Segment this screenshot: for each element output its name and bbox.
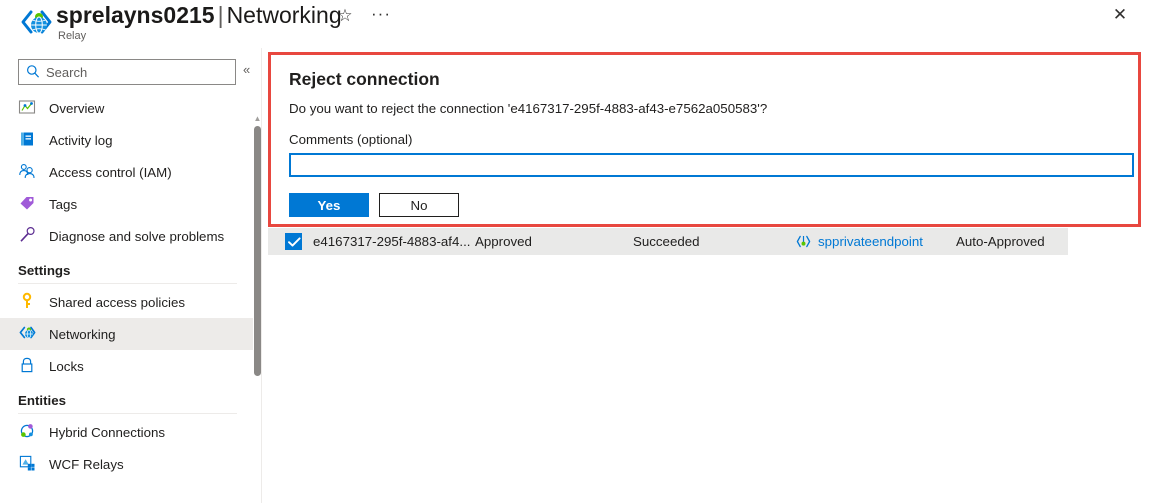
sidebar-nav-list: Overview Activity log Access control (IA… [0,92,253,480]
dialog-question: Do you want to reject the connection 'e4… [289,101,768,116]
sidebar-item-label: Hybrid Connections [49,424,166,440]
sidebar-item-locks[interactable]: Locks [0,350,253,382]
key-icon [18,292,38,312]
sidebar-item-label: Overview [49,100,105,116]
cell-provisioning-state: Succeeded [633,234,700,249]
blade-header: sprelayns0215 | Networking Relay ☆ ··· ✕ [0,0,1155,48]
cell-private-endpoint-link[interactable]: spprivateendpoint [818,228,923,255]
divider [18,283,237,284]
sidebar-group-title: Entities [18,393,67,408]
search-input[interactable]: Search [18,59,236,85]
comments-input[interactable] [289,153,1134,177]
sidebar-item-hybrid-connections[interactable]: Hybrid Connections [0,416,253,448]
sidebar-item-overview[interactable]: Overview [0,92,253,124]
blade-content: Reject connection Do you want to reject … [262,48,1155,503]
relay-icon [18,8,52,40]
sidebar-item-label: WCF Relays [49,456,124,472]
sidebar-item-label: Diagnose and solve problems [49,228,225,244]
sidebar-item-label: Access control (IAM) [49,164,172,180]
star-icon[interactable]: ☆ [335,6,355,26]
collapse-sidebar-icon[interactable]: « [243,62,250,78]
cell-description: Auto-Approved [956,234,1045,249]
sidebar-item-access-control[interactable]: Access control (IAM) [0,156,253,188]
sidebar-scrollbar[interactable]: ▲ ▼ [253,114,262,503]
sidebar-item-diagnose-and-solve-problems[interactable]: Diagnose and solve problems [0,220,253,252]
overview-icon [18,98,38,118]
tags-icon [18,194,38,214]
scrollbar-thumb[interactable] [254,126,261,376]
dialog-title: Reject connection [289,69,440,89]
sidebar-item-tags[interactable]: Tags [0,188,253,220]
cell-connection-name: e4167317-295f-4883-af4... [313,234,471,249]
wcf-relays-icon [18,454,38,474]
search-icon [26,64,40,80]
search-placeholder: Search [46,65,88,80]
ellipsis-icon[interactable]: ··· [370,5,392,26]
private-endpoint-icon [795,233,812,250]
title-separator: | [217,2,224,28]
diagnose-icon [18,226,38,246]
resource-type-subtitle: Relay [58,30,87,42]
close-icon[interactable]: ✕ [1108,4,1132,28]
hybrid-connections-icon [18,422,38,442]
sidebar-item-label: Locks [49,358,84,374]
scroll-up-icon[interactable]: ▲ [253,114,262,123]
comments-label: Comments (optional) [289,132,413,147]
sidebar-item-label: Shared access policies [49,294,185,310]
activity-log-icon [18,130,38,150]
sidebar-group-title: Settings [18,263,71,278]
blade-sidebar: Search « Overview Activity log Access co… [0,48,262,503]
sidebar-item-label: Tags [49,196,78,212]
resource-name: sprelayns0215 [56,2,215,28]
sidebar-item-activity-log[interactable]: Activity log [0,124,253,156]
no-button[interactable]: No [379,193,459,217]
page-name: Networking [226,2,342,28]
yes-button[interactable]: Yes [289,193,369,217]
sidebar-item-wcf-relays[interactable]: WCF Relays [0,448,253,480]
sidebar-group-settings: Settings [0,263,253,284]
dialog-actions: Yes No [289,193,1139,217]
sidebar-item-shared-access-policies[interactable]: Shared access policies [0,286,253,318]
cell-connection-state: Approved [475,234,532,249]
sidebar-group-entities: Entities [0,393,253,414]
azure-portal-blade: sprelayns0215 | Networking Relay ☆ ··· ✕ S… [0,0,1155,503]
row-checkbox[interactable] [285,233,302,250]
lock-icon [18,356,38,376]
sidebar-item-label: Networking [49,326,116,342]
divider [18,413,237,414]
sidebar-item-label: Activity log [49,132,113,148]
reject-connection-dialog: Reject connection Do you want to reject … [289,68,1139,217]
access-control-icon [18,162,38,182]
page-title: sprelayns0215 | Networking Relay [56,1,342,43]
sidebar-item-networking[interactable]: Networking [0,318,253,350]
networking-icon [18,324,38,344]
table-row[interactable]: e4167317-295f-4883-af4... Approved Succe… [268,228,1068,255]
